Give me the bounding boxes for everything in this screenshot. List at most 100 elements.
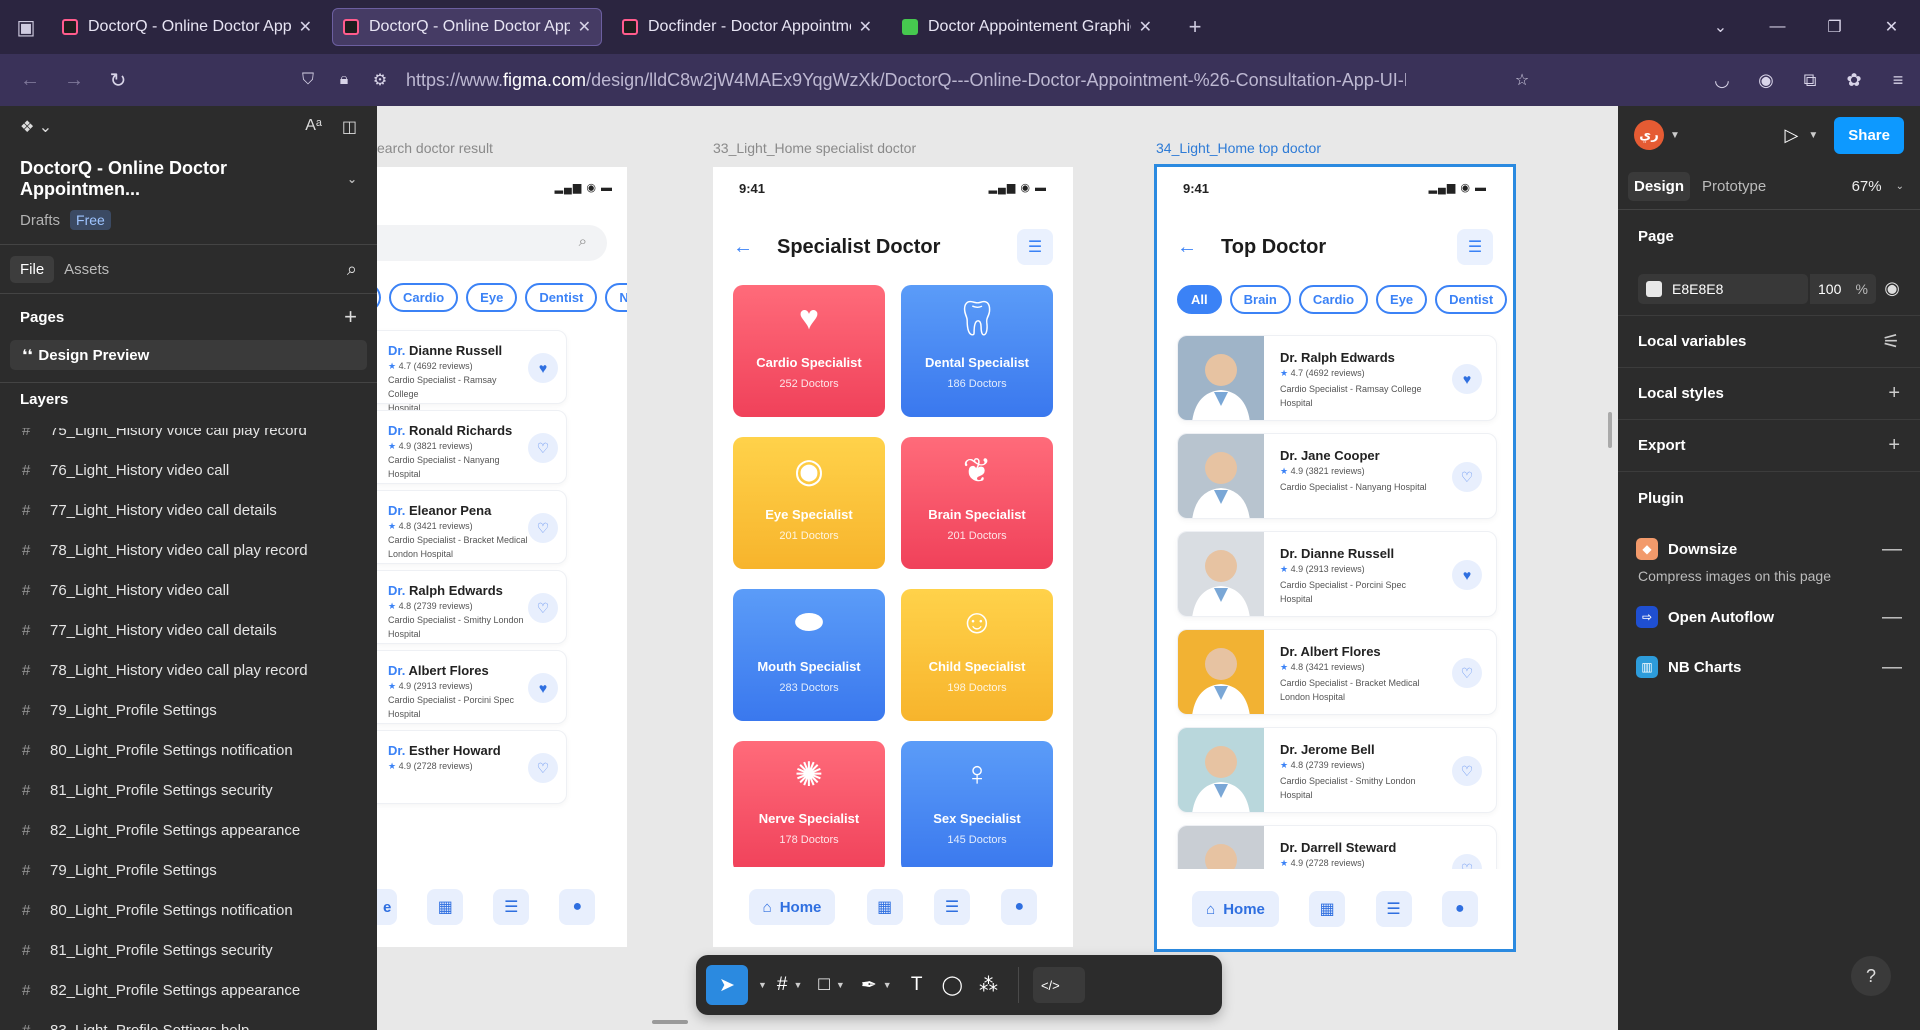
collapse-minus-icon[interactable]: — [1882,656,1902,679]
close-tab-icon[interactable]: ✕ [578,17,591,37]
doctor-card[interactable]: Dr. Jane Cooper ★ 4.9 (3821 reviews) Cardi… [1177,433,1497,519]
help-button[interactable]: ? [1851,956,1891,996]
chip-brain[interactable]: Brain [1229,285,1291,314]
specialist-tile[interactable]: 🦷︎ Dental Specialist 186 Doctors [901,285,1053,417]
profile-icon[interactable]: ● [1001,889,1038,925]
menu-icon[interactable]: ≡ [1876,70,1920,91]
design-canvas[interactable]: earch doctor result ▂▄▆ ◉ ▬ ⌕ Cardio Eye… [377,106,1618,1030]
extension-puzzle-icon[interactable]: ✿ [1832,70,1876,91]
calendar-icon[interactable]: ▦ [866,889,903,925]
project-title[interactable]: DoctorQ - Online Doctor Appointmen... ⌄ [20,158,357,200]
page-color-input[interactable]: E8E8E8 [1638,273,1808,304]
doctor-card[interactable]: Dr. Esther Howard ★ 4.9 (2728 reviews) ♡ [377,730,567,804]
layer-row[interactable]: #77_Light_History video call details [0,490,377,530]
add-page-icon[interactable]: + [344,304,357,330]
move-tool-chevron-icon[interactable]: ▼ [752,965,767,1005]
layer-row[interactable]: #80_Light_Profile Settings notification [0,890,377,930]
tab-design[interactable]: Design [1628,172,1691,201]
nav-home-partial[interactable]: e [377,889,398,925]
doctor-card[interactable]: Dr. Albert Flores ★ 4.9 (2913 reviews) Car… [377,650,567,724]
chevron-down-icon[interactable]: ▼ [1670,130,1680,141]
chip-cardio[interactable]: Cardio [389,283,459,312]
favorite-heart-icon[interactable]: ♥ [528,673,558,703]
dev-mode-code-icon[interactable]: </> [1032,967,1085,1003]
move-tool-icon[interactable]: ➤ [706,965,748,1005]
bookmark-star-icon[interactable]: ☆ [1504,70,1540,90]
layer-row[interactable]: #83_Light_Profile Settings help [0,1010,377,1030]
export-row[interactable]: Export + [1618,420,1920,472]
search-input[interactable]: ⌕ [377,225,607,261]
favorite-heart-icon[interactable]: ♥ [1452,560,1482,590]
close-tab-icon[interactable]: ✕ [1139,17,1152,37]
eye-icon[interactable]: ◉ [1884,278,1900,299]
specialist-tile[interactable]: ⬬ Mouth Specialist 283 Doctors [733,589,885,721]
minimize-icon[interactable]: — [1749,18,1806,36]
chevron-down-icon[interactable]: ⌄ [1896,181,1904,192]
close-tab-icon[interactable]: ✕ [299,17,312,37]
favorite-heart-icon[interactable]: ♡ [1452,462,1482,492]
vertical-scrollbar[interactable] [1608,412,1612,448]
search-icon[interactable]: ⌕ [347,259,357,280]
chevron-down-icon[interactable]: ▼ [1808,130,1818,141]
address-bar[interactable]: ⛉ 🔒︎ ⚙︎ https://www.figma.com/design/lld… [290,62,1540,98]
local-variables-row[interactable]: Local variables ⚟ [1618,316,1920,368]
calendar-icon[interactable]: ▦ [427,889,464,925]
chip-cardio[interactable]: Cardio [1298,285,1369,314]
forward-arrow-icon[interactable]: → [52,69,96,92]
doctor-card[interactable]: Dr. Ralph Edwards ★ 4.7 (4692 reviews) Car… [1177,335,1497,421]
browser-tab-2[interactable]: DoctorQ - Online Doctor Appo ✕ [332,8,602,46]
favorite-heart-icon[interactable]: ♡ [528,753,558,783]
account-icon[interactable]: ◉ [1744,70,1788,91]
specialist-tile[interactable]: ♀ Sex Specialist 145 Doctors [901,741,1053,873]
horizontal-scrollbar[interactable] [652,1020,688,1024]
add-icon[interactable]: + [1888,382,1900,405]
tab-prototype[interactable]: Prototype [1696,172,1772,201]
browser-tab-3[interactable]: Docfinder - Doctor Appointme ✕ [612,8,882,46]
layer-row[interactable]: #78_Light_History video call play record [0,650,377,690]
chevron-down-icon[interactable]: ⌄ [347,172,357,186]
tab-file[interactable]: File [10,255,55,283]
reload-icon[interactable]: ↻ [96,68,140,93]
frame-search-doctor-result[interactable]: ▂▄▆ ◉ ▬ ⌕ Cardio Eye Dentist N Dr. Diann… [377,167,627,947]
layer-row[interactable]: #81_Light_Profile Settings security [0,930,377,970]
filter-icon[interactable]: ☰ [1457,229,1493,265]
color-swatch[interactable] [1646,280,1662,297]
list-icon[interactable]: ☰ [934,889,971,925]
browser-tab-4[interactable]: Doctor Appointement Graphic ✕ [892,8,1162,46]
layer-row[interactable]: #80_Light_Profile Settings notification [0,730,377,770]
text-tool-icon[interactable]: T [902,965,932,1005]
collapse-minus-icon[interactable]: — [1882,538,1902,561]
doctor-card[interactable]: Dr. Dianne Russell ★ 4.9 (2913 reviews) Ca… [1177,531,1497,617]
page-item-design-preview[interactable]: ❛❛ Design Preview [10,340,367,370]
lock-icon[interactable]: 🔒︎ [326,71,362,89]
layer-row[interactable]: #77_Light_History video call details [0,610,377,650]
figma-menu-icon[interactable]: ❖ ⌄ [20,117,52,137]
frame-tool-icon[interactable]: # ▼ [771,965,809,1005]
plugin-row[interactable]: ▥ NB Charts — [1618,642,1920,692]
permissions-icon[interactable]: ⚙︎ [362,70,398,90]
extensions-icon[interactable]: ⧉ [1788,70,1832,91]
browser-tab-1[interactable]: DoctorQ - Online Doctor Appo ✕ [52,8,322,46]
new-tab-plus-icon[interactable]: + [1180,14,1210,40]
favorite-heart-icon[interactable]: ♡ [1452,658,1482,688]
tab-list-chevron-icon[interactable]: ⌄ [1692,17,1749,37]
chip-dentist[interactable]: Dentist [1435,285,1508,314]
pen-tool-icon[interactable]: ✒ ▼ [855,965,898,1005]
filter-icon[interactable]: ☰ [1017,229,1053,265]
tab-overview-icon[interactable]: ▣ [0,0,52,54]
favorite-heart-icon[interactable]: ♡ [528,593,558,623]
layer-row[interactable]: #81_Light_Profile Settings security [0,770,377,810]
specialist-tile[interactable]: ☺ Child Specialist 198 Doctors [901,589,1053,721]
zoom-level[interactable]: 67% [1852,178,1882,195]
frame-label[interactable]: earch doctor result [377,140,493,156]
chip-eye[interactable]: Eye [466,283,518,312]
close-window-icon[interactable]: ✕ [1863,17,1920,37]
favorite-heart-icon[interactable]: ♡ [1452,756,1482,786]
close-tab-icon[interactable]: ✕ [859,17,872,37]
chip-dentist[interactable]: Dentist [525,283,598,312]
tab-assets[interactable]: Assets [54,256,119,283]
favorite-heart-icon[interactable]: ♥ [1452,364,1482,394]
doctor-card[interactable]: Dr. Dianne Russell ★ 4.7 (4692 reviews) Ca… [377,330,567,413]
profile-icon[interactable]: ● [559,889,596,925]
chip-eye[interactable]: Eye [1376,285,1428,314]
